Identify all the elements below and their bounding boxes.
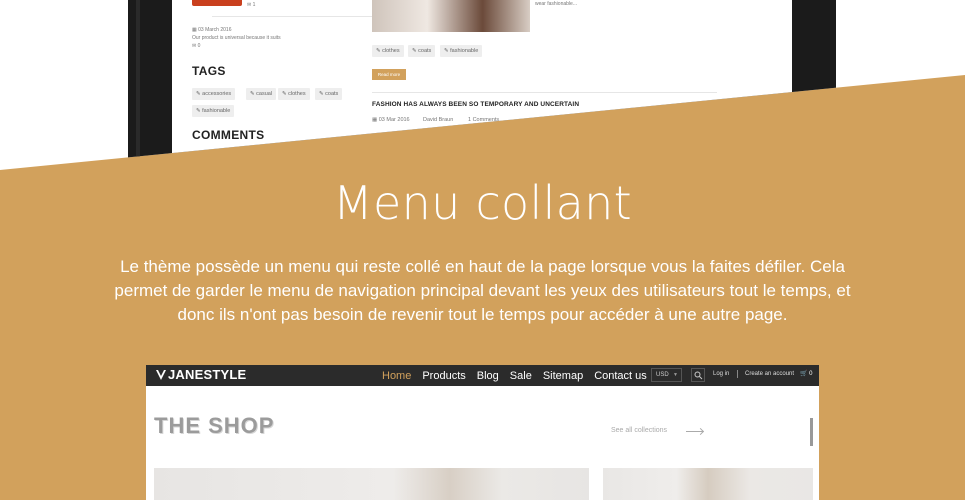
shop-preview: JANESTYLE Home Products Blog Sale Sitema…	[146, 365, 819, 500]
post-title[interactable]: FASHION HAS ALWAYS BEEN SO TEMPORARY AND…	[372, 101, 579, 108]
main-nav: Home Products Blog Sale Sitemap Contact …	[382, 365, 647, 386]
sidebar-date: ▦ 03 March 2016	[192, 27, 232, 33]
logo[interactable]: JANESTYLE	[156, 367, 246, 382]
comments-heading: COMMENTS	[192, 128, 265, 142]
logo-v-icon	[156, 370, 166, 380]
collection-card[interactable]	[603, 468, 813, 500]
create-account-link[interactable]: Create an account	[745, 371, 794, 377]
chevron-down-icon: ▼	[673, 372, 678, 378]
comment-icon: ✉	[247, 2, 252, 8]
see-all-collections-link[interactable]: See all collections	[611, 427, 667, 434]
tag-accessories[interactable]: ✎ accessories	[192, 88, 236, 100]
tag-fashionable[interactable]: ✎ fashionable	[192, 105, 235, 117]
post-excerpt: wear fashionable...	[535, 1, 577, 7]
scrollbar[interactable]	[810, 418, 813, 446]
collection-card[interactable]	[154, 468, 589, 500]
cart-button[interactable]: 🛒 0	[800, 370, 813, 377]
account-divider	[737, 370, 738, 378]
arrow-right-icon	[686, 431, 703, 432]
feature-description: Le thème possède un menu qui reste collé…	[114, 257, 851, 324]
sidebar-comment-count: ✉ 0	[192, 43, 201, 49]
calendar-icon: ▦	[192, 27, 197, 33]
sidebar-product-thumbnail	[192, 0, 242, 6]
post-author[interactable]: David Braun	[423, 117, 453, 123]
feature-heading: Menu collant	[333, 176, 632, 230]
sidebar-small-count: ✉ 1	[247, 2, 256, 8]
sidebar-description: Our product is universal because it suit…	[192, 35, 281, 41]
tag-clothes[interactable]: ✎ clothes	[278, 88, 310, 100]
post-comments[interactable]: 1 Comments	[468, 117, 499, 123]
post-image[interactable]	[372, 0, 530, 32]
cart-icon: 🛒	[800, 371, 808, 377]
currency-select[interactable]: USD ▼	[651, 368, 682, 382]
device-screen: ✉ 1 ▦ 03 March 2016 Our product is unive…	[172, 0, 792, 170]
nav-sale[interactable]: Sale	[510, 370, 532, 382]
comment-icon: ✉	[192, 43, 197, 49]
login-link[interactable]: Log in	[713, 371, 729, 377]
nav-contact-us[interactable]: Contact us	[594, 370, 647, 382]
post-tag-clothes[interactable]: ✎ clothes	[372, 45, 404, 57]
tags-heading: TAGS	[192, 64, 226, 78]
nav-sitemap[interactable]: Sitemap	[543, 370, 583, 382]
calendar-icon: ▦	[372, 117, 378, 123]
sidebar-divider	[212, 16, 380, 17]
shop-title: THE SHOP	[154, 413, 275, 438]
read-more-button[interactable]: Read more	[372, 69, 406, 80]
tag-casual[interactable]: ✎ casual	[246, 88, 277, 100]
nav-home[interactable]: Home	[382, 370, 411, 382]
search-button[interactable]	[691, 368, 705, 382]
nav-blog[interactable]: Blog	[477, 370, 499, 382]
post-date: ▦ 03 Mar 2016	[372, 117, 410, 123]
tag-coats[interactable]: ✎ coats	[315, 88, 343, 100]
post-tag-fashionable[interactable]: ✎ fashionable	[440, 45, 483, 57]
search-icon	[694, 371, 703, 380]
post-divider	[372, 92, 717, 93]
post-tag-coats[interactable]: ✎ coats	[408, 45, 436, 57]
sticky-navbar: JANESTYLE Home Products Blog Sale Sitema…	[146, 365, 819, 386]
nav-products[interactable]: Products	[422, 370, 465, 382]
top-preview-band: ✉ 1 ▦ 03 March 2016 Our product is unive…	[0, 0, 965, 170]
